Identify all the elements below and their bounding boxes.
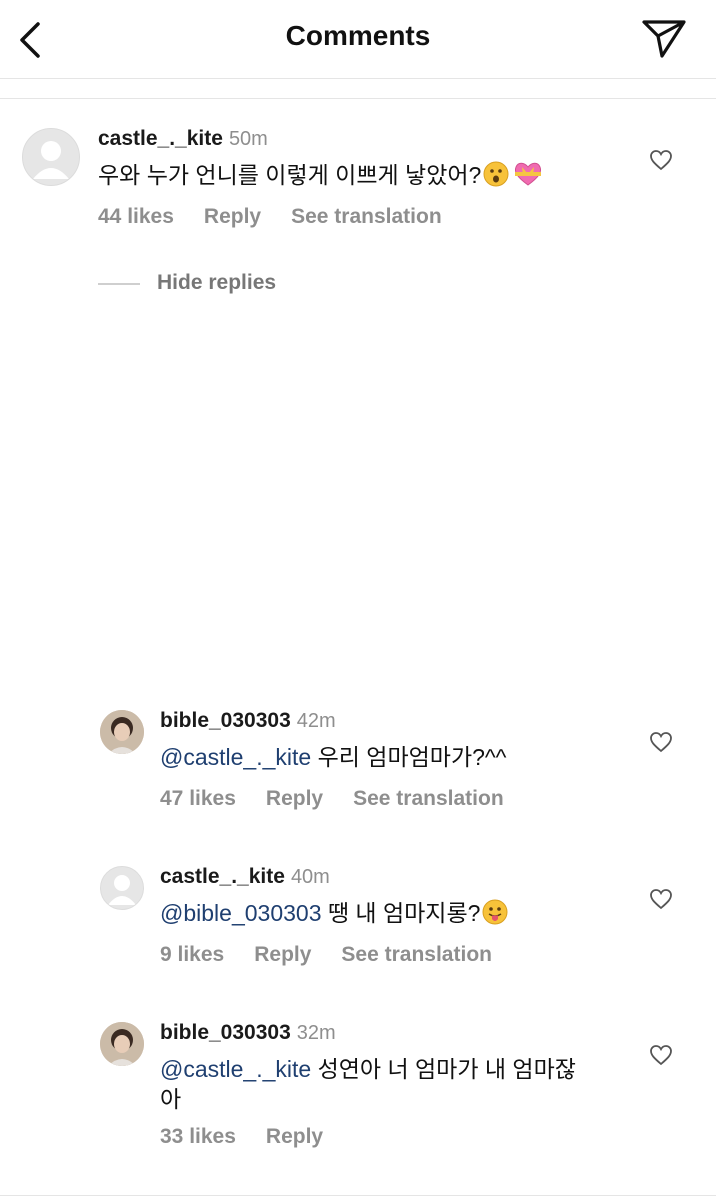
comment-body: 성연아 너 엄마가 내 엄마잖 xyxy=(311,1056,576,1082)
hushed-face-emoji xyxy=(483,161,509,187)
comment-username[interactable]: castle_._kite 40m xyxy=(160,865,330,889)
like-button[interactable] xyxy=(649,148,673,172)
like-button[interactable] xyxy=(649,730,673,754)
avatar[interactable] xyxy=(100,710,144,754)
reply-button[interactable]: Reply xyxy=(266,787,323,810)
like-button[interactable] xyxy=(649,887,673,911)
see-translation-button[interactable]: See translation xyxy=(291,205,442,228)
username-text[interactable]: castle_._kite xyxy=(160,865,285,888)
likes-count[interactable]: 9 likes xyxy=(160,943,224,966)
tongue-out-face-emoji xyxy=(482,899,508,925)
hide-replies-button[interactable]: Hide replies xyxy=(157,271,276,295)
comment-text: @castle_._kite 성연아 너 엄마가 내 엄마잖아 xyxy=(160,1054,576,1114)
comment-time: 32m xyxy=(296,1022,336,1044)
avatar[interactable] xyxy=(100,866,144,910)
reply-button[interactable]: Reply xyxy=(204,205,261,228)
paper-plane-icon xyxy=(642,20,686,58)
mention-link[interactable]: @castle_._kite xyxy=(160,1056,311,1082)
list-top-divider xyxy=(0,98,716,99)
page-title: Comments xyxy=(285,20,431,51)
default-avatar-icon xyxy=(108,875,136,905)
comment-username[interactable]: bible_030303 42m xyxy=(160,709,336,733)
bottom-divider xyxy=(0,1195,716,1196)
comment-time: 50m xyxy=(228,128,268,150)
mention-link[interactable]: @castle_._kite xyxy=(160,744,311,770)
comment-meta: 33 likes Reply xyxy=(160,1125,353,1149)
mention-link[interactable]: @bible_030303 xyxy=(160,900,321,926)
see-translation-button[interactable]: See translation xyxy=(341,943,492,966)
heart-icon xyxy=(650,1045,672,1066)
share-button[interactable] xyxy=(640,16,688,60)
comment-text: @bible_030303 땡 내 엄마지롱? xyxy=(160,898,508,928)
heart-with-ribbon-emoji xyxy=(515,162,542,186)
heart-icon xyxy=(650,150,672,171)
comment-body: 땡 내 엄마지롱? xyxy=(321,900,481,926)
comment-body-line2: 아 xyxy=(160,1086,182,1112)
likes-count[interactable]: 44 likes xyxy=(98,205,174,228)
profile-photo xyxy=(100,1022,144,1066)
reply-button[interactable]: Reply xyxy=(254,943,311,966)
username-text[interactable]: bible_030303 xyxy=(160,709,291,732)
like-button[interactable] xyxy=(649,1043,673,1067)
heart-icon xyxy=(650,732,672,753)
avatar[interactable] xyxy=(22,128,80,186)
username-text[interactable]: castle_._kite xyxy=(98,127,223,150)
comment-username[interactable]: bible_030303 32m xyxy=(160,1021,336,1045)
likes-count[interactable]: 47 likes xyxy=(160,787,236,810)
hide-replies-line xyxy=(98,283,140,285)
profile-photo xyxy=(100,710,144,754)
comment-text: @castle_._kite 우리 엄마엄마가?^^ xyxy=(160,742,506,772)
comment-meta: 47 likes Reply See translation xyxy=(160,787,534,811)
reply-button[interactable]: Reply xyxy=(266,1125,323,1148)
header-divider xyxy=(0,78,716,79)
heart-icon xyxy=(650,889,672,910)
comment-body: 우와 누가 언니를 이렇게 이쁘게 낳았어? xyxy=(98,162,482,188)
comment-body: 우리 엄마엄마가?^^ xyxy=(311,744,507,770)
see-translation-button[interactable]: See translation xyxy=(353,787,504,810)
likes-count[interactable]: 33 likes xyxy=(160,1125,236,1148)
default-avatar-icon xyxy=(33,141,69,179)
comment-meta: 9 likes Reply See translation xyxy=(160,943,522,967)
comment-meta: 44 likes Reply See translation xyxy=(98,205,472,229)
username-text[interactable]: bible_030303 xyxy=(160,1021,291,1044)
comment-text: 우와 누가 언니를 이렇게 이쁘게 낳았어? xyxy=(98,160,545,190)
comment-username[interactable]: castle_._kite 50m xyxy=(98,127,268,151)
comment-time: 40m xyxy=(290,866,330,888)
avatar[interactable] xyxy=(100,1022,144,1066)
comment-time: 42m xyxy=(296,710,336,732)
